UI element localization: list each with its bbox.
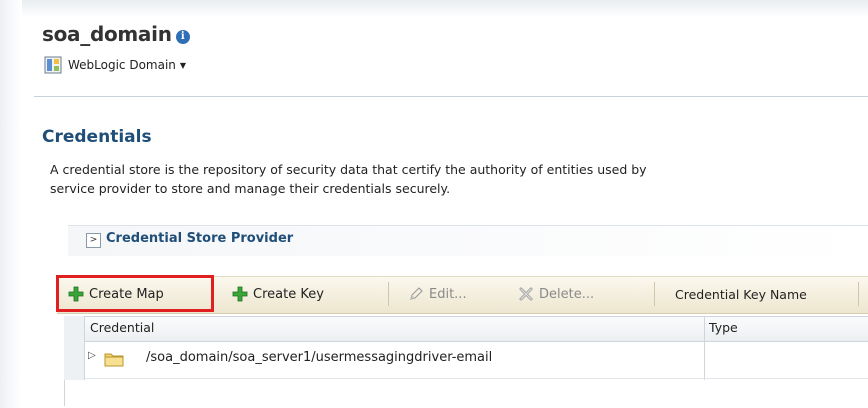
tree-expand-icon[interactable]: ▷ xyxy=(88,350,96,361)
highlight-box xyxy=(56,275,214,312)
key-name-label: Credential Key Name xyxy=(675,286,807,302)
edit-button[interactable]: Edit... xyxy=(408,283,467,305)
page-title: soa_domain i xyxy=(42,22,190,46)
row-selector-gutter xyxy=(64,316,85,380)
description-line-1: A credential store is the repository of … xyxy=(50,162,647,177)
domain-name: soa_domain xyxy=(42,22,172,46)
create-key-label: Create Key xyxy=(253,286,324,302)
section-title: Credentials xyxy=(42,127,152,147)
credential-map-name: /soa_domain/soa_server1/usermessagingdri… xyxy=(146,350,493,365)
header-shade xyxy=(0,0,868,18)
expand-icon[interactable]: > xyxy=(86,233,101,248)
pencil-icon xyxy=(410,287,423,300)
domain-menu[interactable]: WebLogic Domain ▼ xyxy=(44,56,186,74)
left-shade xyxy=(0,0,22,408)
delete-button[interactable]: Delete... xyxy=(518,283,594,305)
info-icon[interactable]: i xyxy=(175,30,190,44)
provider-section-label[interactable]: Credential Store Provider xyxy=(106,231,293,246)
edit-label: Edit... xyxy=(429,286,467,302)
credential-key-name-filter[interactable]: Credential Key Name xyxy=(675,283,807,305)
weblogic-domain-icon xyxy=(44,56,62,74)
plus-icon xyxy=(232,286,248,302)
toolbar-separator xyxy=(858,282,859,306)
column-header-credential[interactable]: Credential xyxy=(90,320,154,335)
table-header xyxy=(64,316,868,342)
toolbar-separator xyxy=(388,282,389,306)
delete-x-icon xyxy=(519,287,533,301)
folder-icon xyxy=(104,353,124,367)
create-key-button[interactable]: Create Key xyxy=(232,283,324,305)
section-description: A credential store is the repository of … xyxy=(50,160,868,198)
divider xyxy=(34,96,868,97)
domain-menu-label: WebLogic Domain xyxy=(68,58,176,72)
chevron-down-icon: ▼ xyxy=(179,60,187,70)
description-line-2: service provider to store and manage the… xyxy=(50,181,451,196)
delete-label: Delete... xyxy=(539,286,595,302)
toolbar-separator xyxy=(654,282,655,306)
column-header-type[interactable]: Type xyxy=(709,320,738,335)
